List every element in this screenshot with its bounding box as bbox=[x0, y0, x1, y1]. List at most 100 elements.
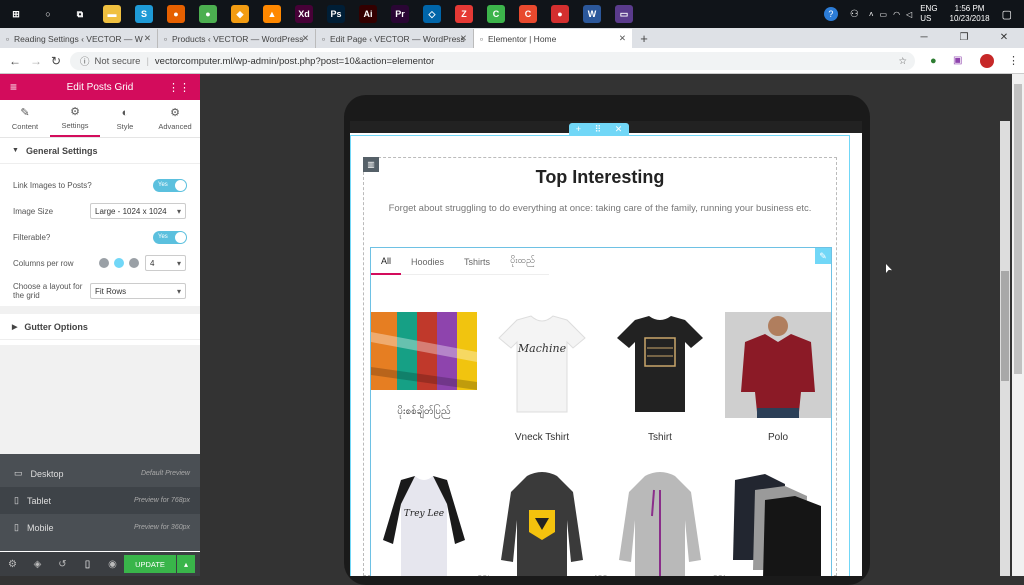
premiere-icon[interactable]: Pr bbox=[391, 5, 409, 23]
close-icon[interactable]: ✕ bbox=[619, 33, 626, 44]
taskview-icon[interactable]: ⧉ bbox=[71, 5, 89, 23]
grid-item[interactable] bbox=[371, 312, 477, 392]
info-icon[interactable]: ⓘ bbox=[80, 54, 90, 68]
chrome-profile-icon[interactable]: ● bbox=[551, 5, 569, 23]
responsive-mode-icon[interactable]: ▯ bbox=[75, 559, 100, 570]
maximize-icon[interactable]: ❐ bbox=[944, 32, 984, 43]
section-gutter-options[interactable]: ▶ Gutter Options bbox=[0, 314, 200, 340]
close-window-icon[interactable]: ✕ bbox=[984, 32, 1024, 43]
posts-grid-widget[interactable]: All Hoodies Tshirts ပိုးထည် ✎ ပိုးစစ်ချိ… bbox=[370, 247, 832, 576]
item-title[interactable]: ပိုးစစ်ချိတ်ပြည် bbox=[371, 404, 477, 419]
people-icon[interactable]: ⚇ bbox=[850, 9, 859, 20]
widgets-grid-icon[interactable]: ⋮⋮ bbox=[168, 81, 190, 94]
camtasia-orange-icon[interactable]: C bbox=[519, 5, 537, 23]
close-icon[interactable]: ✕ bbox=[615, 124, 623, 135]
language-indicator[interactable]: ENG US bbox=[920, 4, 937, 24]
item-title[interactable]: Tshirt bbox=[607, 432, 713, 443]
clock[interactable]: 1:56 PM 10/23/2018 bbox=[950, 4, 990, 24]
filter-all[interactable]: All bbox=[371, 248, 402, 275]
grid-item[interactable] bbox=[725, 312, 831, 418]
app-s-icon[interactable]: S bbox=[135, 5, 153, 23]
heading-widget[interactable]: Top Interesting bbox=[350, 167, 850, 188]
navigator-icon[interactable]: ◈ bbox=[25, 559, 50, 570]
camtasia-green-icon[interactable]: C bbox=[487, 5, 505, 23]
responsive-tablet-icon[interactable] bbox=[114, 258, 124, 268]
notifications-icon[interactable]: ▢ bbox=[1002, 8, 1012, 21]
wifi-icon[interactable]: ◠ bbox=[893, 10, 900, 19]
close-icon[interactable]: ✕ bbox=[460, 33, 467, 44]
profile-icon[interactable] bbox=[980, 53, 994, 68]
device-mobile[interactable]: ▯ Mobile Preview for 360px bbox=[0, 514, 200, 541]
grid-item[interactable] bbox=[489, 470, 595, 576]
update-button[interactable]: UPDATE bbox=[124, 555, 176, 573]
item-title[interactable]: Polo bbox=[725, 432, 831, 443]
filter-silk[interactable]: ပိုးထည် bbox=[500, 248, 545, 275]
battery-icon[interactable]: ▭ bbox=[880, 10, 888, 19]
tab-content[interactable]: ✎ Content bbox=[0, 100, 50, 137]
close-icon[interactable]: ✕ bbox=[144, 33, 151, 44]
settings-icon[interactable]: ⚙ bbox=[0, 559, 25, 570]
volume-icon[interactable]: ◁ bbox=[906, 10, 912, 19]
item-title[interactable]: Vneck Tshirt bbox=[489, 432, 595, 443]
grid-item[interactable]: Trey Lee bbox=[371, 470, 477, 576]
grid-item[interactable]: Machine bbox=[489, 312, 595, 418]
tab-advanced[interactable]: ⚙ Advanced bbox=[150, 100, 200, 137]
fl-studio-icon[interactable]: ◆ bbox=[231, 5, 249, 23]
back-icon[interactable]: ← bbox=[9, 54, 21, 68]
grid-item[interactable] bbox=[607, 312, 713, 418]
url-field[interactable]: ⓘ Not secure | vectorcomputer.ml/wp-admi… bbox=[70, 52, 915, 70]
device-tablet[interactable]: ▯ Tablet Preview for 768px bbox=[0, 487, 200, 514]
grid-item[interactable] bbox=[725, 470, 831, 576]
browser-tab[interactable]: ▫ Edit Page ‹ VECTOR — WordPress ✕ bbox=[316, 29, 474, 48]
photoshop-icon[interactable]: Ps bbox=[327, 5, 345, 23]
firefox-icon[interactable]: ● bbox=[167, 5, 185, 23]
browser-tab-active[interactable]: ▫ Elementor | Home ✕ bbox=[474, 29, 632, 48]
browser-tab[interactable]: ▫ Reading Settings ‹ VECTOR — W ✕ bbox=[0, 29, 158, 48]
tab-style[interactable]: ◐ Style bbox=[100, 100, 150, 137]
menu-icon[interactable]: ⋮ bbox=[1008, 54, 1019, 67]
bookmark-star-icon[interactable]: ☆ bbox=[898, 56, 907, 67]
text-widget[interactable]: Forget about struggling to do everything… bbox=[350, 203, 850, 214]
cortana-icon[interactable]: ○ bbox=[39, 5, 57, 23]
layout-select[interactable]: Fit Rows bbox=[90, 283, 186, 299]
responsive-desktop-icon[interactable] bbox=[99, 258, 109, 268]
hamburger-icon[interactable]: ≡ bbox=[10, 80, 17, 94]
app-red-icon[interactable]: Z bbox=[455, 5, 473, 23]
help-icon[interactable]: ? bbox=[823, 7, 838, 21]
vscode-icon[interactable]: ◇ bbox=[423, 5, 441, 23]
columns-select[interactable]: 4 bbox=[145, 255, 186, 271]
forward-icon[interactable]: → bbox=[30, 54, 42, 68]
extension-icon[interactable]: ▣ bbox=[953, 55, 962, 66]
adobe-xd-icon[interactable]: Xd bbox=[295, 5, 313, 23]
preview-eye-icon[interactable]: ◉ bbox=[100, 559, 125, 570]
filter-tshirts[interactable]: Tshirts bbox=[454, 248, 500, 275]
minimize-icon[interactable]: ─ bbox=[904, 32, 944, 43]
scrollbar-thumb[interactable] bbox=[1001, 271, 1009, 381]
grid-item[interactable] bbox=[607, 470, 713, 576]
drag-icon[interactable]: ⠿ bbox=[595, 124, 602, 135]
file-explorer-icon[interactable]: ▬ bbox=[103, 5, 121, 23]
responsive-mobile-icon[interactable] bbox=[129, 258, 139, 268]
windows-icon[interactable]: ⊞ bbox=[7, 5, 25, 23]
chevron-up-icon[interactable]: ˄ bbox=[869, 10, 874, 19]
vlc-icon[interactable]: ▲ bbox=[263, 5, 281, 23]
edit-widget-pencil-icon[interactable]: ✎ bbox=[815, 248, 831, 264]
add-icon[interactable]: + bbox=[576, 124, 581, 134]
tab-settings[interactable]: ⚙ Settings bbox=[50, 100, 100, 137]
terminal-icon[interactable]: ▭ bbox=[615, 5, 633, 23]
history-icon[interactable]: ↺ bbox=[50, 559, 75, 570]
chrome-icon[interactable]: ● bbox=[199, 5, 217, 23]
browser-tab[interactable]: ▫ Products ‹ VECTOR — WordPress ✕ bbox=[158, 29, 316, 48]
reload-icon[interactable]: ↻ bbox=[51, 54, 61, 68]
image-size-select[interactable]: Large - 1024 x 1024 bbox=[90, 203, 186, 219]
section-general-settings[interactable]: ▼ General Settings bbox=[0, 138, 200, 164]
filter-hoodies[interactable]: Hoodies bbox=[401, 248, 454, 275]
extension-icon[interactable]: ● bbox=[930, 55, 937, 67]
window-scrollbar[interactable] bbox=[1012, 74, 1024, 576]
device-desktop[interactable]: ▭ Desktop Default Preview bbox=[0, 460, 200, 487]
close-icon[interactable]: ✕ bbox=[302, 33, 309, 44]
preview-scrollbar[interactable] bbox=[1000, 121, 1010, 576]
word-icon[interactable]: W bbox=[583, 5, 601, 23]
filterable-toggle[interactable]: Yes bbox=[153, 230, 187, 244]
section-handle[interactable]: + ⠿ ✕ bbox=[569, 123, 629, 135]
